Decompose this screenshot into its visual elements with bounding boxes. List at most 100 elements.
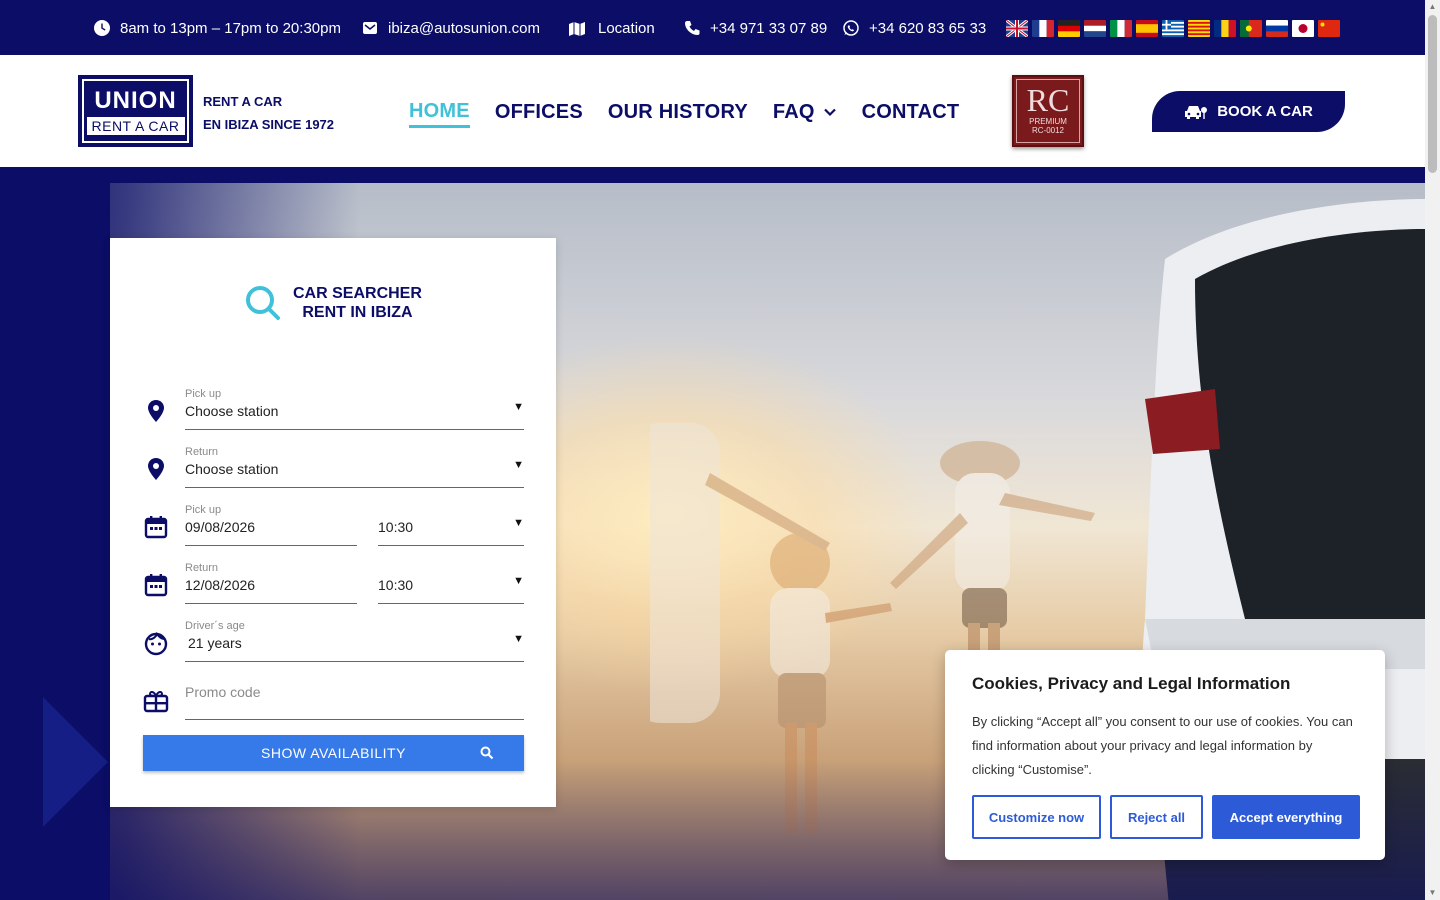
nav-our-history[interactable]: OUR HISTORY [608, 101, 748, 124]
promo-code-placeholder: Promo code [185, 684, 261, 700]
car-key-icon [1185, 105, 1208, 119]
pickup-date-field[interactable]: Pick up 09/08/2026 [185, 496, 357, 546]
japanese-flag-icon[interactable] [1292, 20, 1314, 37]
reject-cookies-button[interactable]: Reject all [1110, 795, 1203, 839]
whatsapp-text[interactable]: +34 620 83 65 33 [869, 20, 986, 37]
portuguese-flag-icon[interactable] [1240, 20, 1262, 37]
german-flag-icon[interactable] [1058, 20, 1080, 37]
search-form-header: CAR SEARCHER RENT IN IBIZA [243, 283, 422, 323]
nav-contact[interactable]: CONTACT [862, 101, 960, 124]
logo-text-top: UNION [94, 86, 177, 114]
nav-home[interactable]: HOME [409, 100, 470, 128]
return-date-field[interactable]: Return 12/08/2026 [185, 554, 357, 604]
pickup-station-value: Choose station [185, 403, 279, 419]
catalan-flag-icon[interactable] [1188, 20, 1210, 37]
nav-offices[interactable]: OFFICES [495, 101, 583, 124]
gift-card-icon [143, 690, 169, 713]
dutch-flag-icon[interactable] [1084, 20, 1106, 37]
site-tagline: RENT A CAR EN IBIZA SINCE 1972 [203, 90, 334, 136]
romanian-flag-icon[interactable] [1214, 20, 1236, 37]
whatsapp-icon [843, 20, 859, 36]
search-icon [246, 286, 280, 320]
search-icon [480, 746, 494, 760]
driver-age-label: Driver´s age [185, 620, 245, 632]
return-time-select[interactable]: 10:30 ▼ [378, 554, 524, 604]
cookie-consent-dialog: Cookies, Privacy and Legal Information B… [945, 650, 1385, 860]
search-title-line-1: CAR SEARCHER [293, 285, 422, 302]
dropdown-arrow-icon: ▼ [513, 633, 524, 645]
return-station-select[interactable]: Return Choose station ▼ [185, 438, 524, 488]
scroll-down-arrow-icon[interactable]: ▼ [1428, 888, 1437, 898]
return-date-value: 12/08/2026 [185, 577, 256, 593]
decorative-triangle [43, 697, 108, 827]
dropdown-arrow-icon: ▼ [513, 459, 524, 471]
top-info-bar: 8am to 13pm – 17pm to 20:30pm ibiza@auto… [0, 0, 1425, 55]
car-search-form: CAR SEARCHER RENT IN IBIZA Pick up Choos… [110, 238, 556, 807]
pickup-station-label: Pick up [185, 388, 222, 400]
logo-text-bottom: RENT A CAR [86, 116, 185, 135]
russian-flag-icon[interactable] [1266, 20, 1288, 37]
email-text[interactable]: ibiza@autosunion.com [388, 20, 540, 37]
tagline-line-1: RENT A CAR [203, 94, 283, 109]
dropdown-arrow-icon: ▼ [513, 575, 524, 587]
spanish-flag-icon[interactable] [1136, 20, 1158, 37]
promo-code-row: Promo code [143, 670, 524, 728]
french-flag-icon[interactable] [1032, 20, 1054, 37]
map-pin-icon [148, 400, 164, 422]
pickup-station-select[interactable]: Pick up Choose station ▼ [185, 380, 524, 430]
driver-age-select[interactable]: Driver´s age 21 years ▼ [185, 612, 524, 662]
premium-rc-badge: RC PREMIUM RC-0012 [1012, 75, 1084, 147]
book-a-car-button[interactable]: BOOK A CAR [1152, 91, 1345, 132]
pickup-date-label: Pick up [185, 504, 222, 516]
phone-icon [685, 21, 700, 35]
accept-cookies-button[interactable]: Accept everything [1212, 795, 1360, 839]
pickup-station-row: Pick up Choose station ▼ [143, 380, 524, 438]
map-icon [569, 22, 585, 36]
location-text[interactable]: Location [598, 20, 655, 37]
pickup-time-select[interactable]: 10:30 ▼ [378, 496, 524, 546]
badge-line-2: RC-0012 [1031, 126, 1064, 135]
book-a-car-label: BOOK A CAR [1217, 103, 1313, 120]
chevron-down-icon [823, 108, 836, 117]
logo-frame: UNION RENT A CAR [82, 79, 189, 143]
envelope-icon [363, 22, 377, 34]
cookie-actions: Customize now Reject all Accept everythi… [972, 795, 1360, 839]
pickup-date-row: Pick up 09/08/2026 10:30 ▼ [143, 496, 524, 554]
dropdown-arrow-icon: ▼ [513, 517, 524, 529]
promo-code-input[interactable]: Promo code [185, 670, 524, 720]
cookie-title: Cookies, Privacy and Legal Information [972, 674, 1291, 693]
driver-age-value: 21 years [188, 635, 242, 651]
email-link[interactable]: ibiza@autosunion.com [362, 17, 540, 39]
english-flag-icon[interactable] [1006, 20, 1028, 37]
phone-text[interactable]: +34 971 33 07 89 [710, 20, 827, 37]
location-link[interactable]: Location [568, 17, 655, 39]
italian-flag-icon[interactable] [1110, 20, 1132, 37]
page-scrollbar[interactable]: ▲ ▼ [1425, 0, 1440, 900]
dropdown-arrow-icon: ▼ [513, 401, 524, 413]
chinese-flag-icon[interactable] [1318, 20, 1340, 37]
greek-flag-icon[interactable] [1162, 20, 1184, 37]
customize-cookies-button[interactable]: Customize now [972, 795, 1101, 839]
search-form-title: CAR SEARCHER RENT IN IBIZA [293, 284, 422, 322]
scrollbar-thumb[interactable] [1428, 15, 1437, 173]
return-date-row: Return 12/08/2026 10:30 ▼ [143, 554, 524, 612]
return-station-label: Return [185, 446, 219, 458]
cookie-description: By clicking “Accept all” you consent to … [972, 714, 1353, 777]
phone-link[interactable]: +34 971 33 07 89 [684, 17, 827, 39]
show-availability-button[interactable]: SHOW AVAILABILITY [143, 735, 524, 771]
show-availability-label: SHOW AVAILABILITY [261, 745, 406, 761]
driver-age-row: Driver´s age 21 years ▼ [143, 612, 524, 670]
calendar-icon [144, 574, 168, 597]
main-header: UNION RENT A CAR RENT A CAR EN IBIZA SIN… [0, 55, 1425, 167]
return-time-value: 10:30 [378, 577, 414, 593]
search-title-line-2: RENT IN IBIZA [302, 304, 413, 321]
pickup-date-value: 09/08/2026 [185, 519, 256, 535]
scroll-up-arrow-icon[interactable]: ▲ [1428, 2, 1437, 12]
main-nav: HOME OFFICES OUR HISTORY FAQ CONTACT [409, 97, 960, 128]
site-logo[interactable]: UNION RENT A CAR [78, 75, 193, 147]
nav-faq[interactable]: FAQ [773, 101, 837, 124]
whatsapp-link[interactable]: +34 620 83 65 33 [843, 17, 986, 39]
language-selector [1006, 20, 1340, 37]
opening-hours: 8am to 13pm – 17pm to 20:30pm [94, 17, 341, 39]
return-station-row: Return Choose station ▼ [143, 438, 524, 496]
